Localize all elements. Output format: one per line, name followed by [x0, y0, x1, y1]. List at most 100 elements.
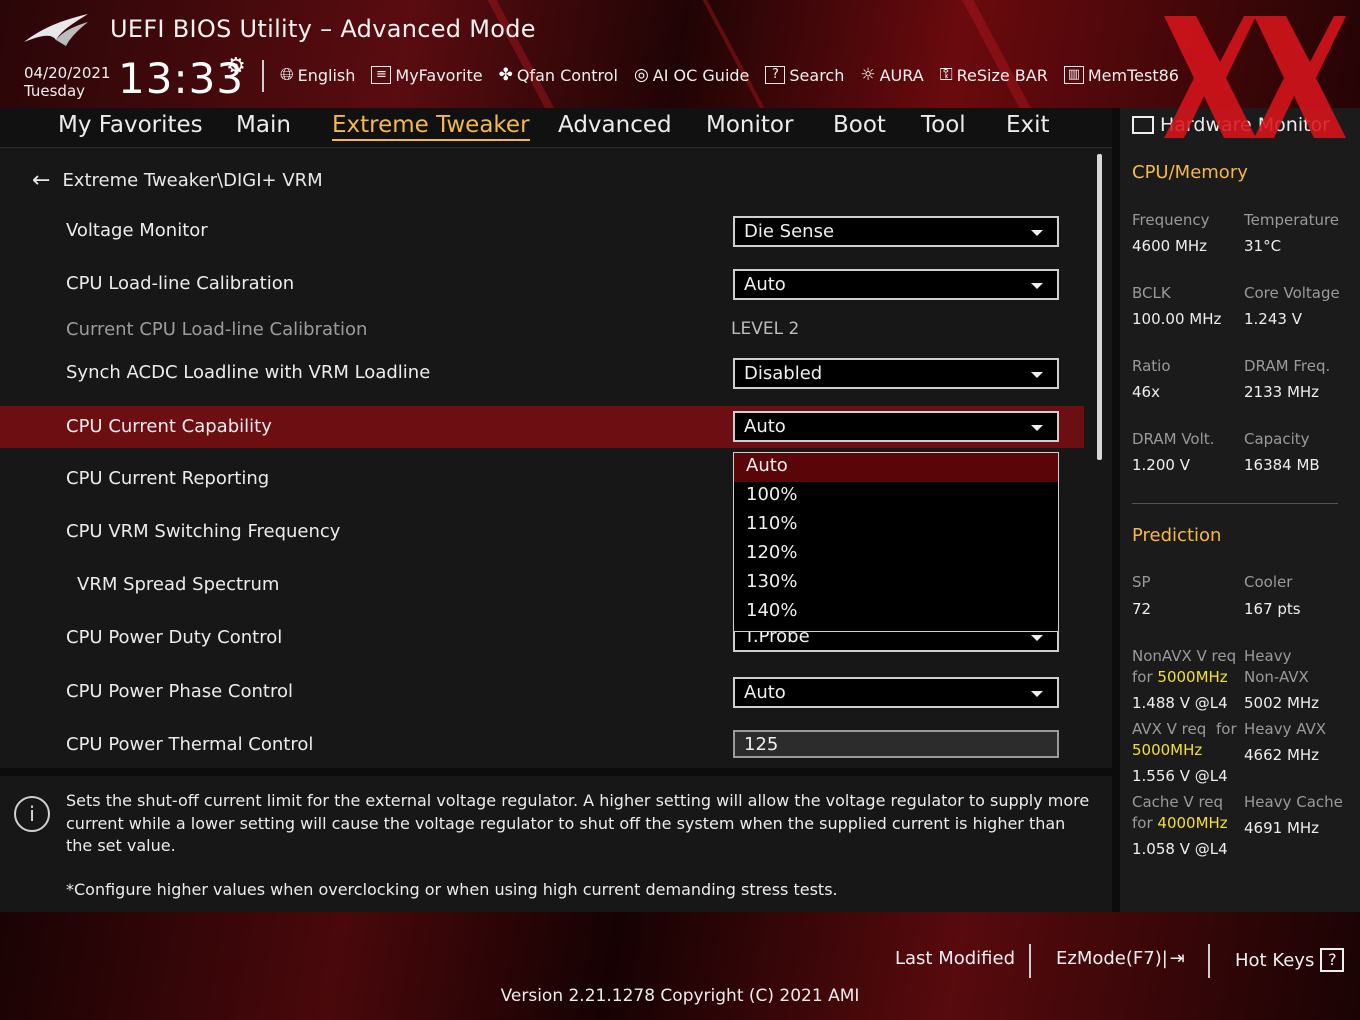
cpu-current-capability-dropdown[interactable]: Auto 100% 110% 120% 130% 140%	[733, 452, 1059, 632]
last-modified-button[interactable]: Last Modified	[895, 948, 1015, 969]
app-title: UEFI BIOS Utility – Advanced Mode	[110, 15, 536, 43]
select-value: Die Sense	[744, 221, 835, 242]
core-voltage-value: 1.243 V	[1244, 310, 1302, 328]
avx-freq: 5000MHz	[1132, 741, 1203, 759]
resize-bar-icon: ⚿	[939, 65, 953, 85]
breadcrumb: ← Extreme Tweaker\DIGI+ VRM	[32, 168, 323, 193]
hot-keys-label: Hot Keys	[1235, 949, 1315, 971]
tab-main[interactable]: Main	[236, 112, 291, 138]
header-divider	[262, 60, 264, 92]
bclk-value: 100.00 MHz	[1132, 310, 1222, 328]
frequency-value: 4600 MHz	[1132, 237, 1208, 255]
cpu-current-capability-select[interactable]: Auto	[733, 411, 1059, 442]
dropdown-option[interactable]: 100%	[734, 482, 1058, 511]
synch-acdc-select[interactable]: Disabled	[733, 358, 1059, 389]
tab-exit[interactable]: Exit	[1006, 112, 1050, 138]
date-text: 04/20/2021	[24, 64, 111, 82]
settings-scrollbar[interactable]	[1097, 154, 1102, 460]
aura-button[interactable]: ☼ AURA	[860, 65, 923, 85]
avx-for-text: for	[1216, 720, 1237, 738]
chevron-down-icon	[1031, 635, 1043, 641]
setting-row-voltage-monitor[interactable]: Voltage Monitor Die Sense	[0, 210, 1084, 252]
resize-bar-button[interactable]: ⚿ ReSize BAR	[940, 65, 1048, 85]
dropdown-option[interactable]: 140%	[734, 598, 1058, 627]
dropdown-option[interactable]: 130%	[734, 569, 1058, 598]
dropdown-option[interactable]: Auto	[734, 453, 1058, 482]
for-text: for	[1132, 814, 1153, 832]
dram-freq-label: DRAM Freq.	[1244, 357, 1331, 375]
clock-settings-gear-icon[interactable]: ⚙	[226, 54, 246, 79]
nonavx-for-line: for 5000MHz	[1132, 667, 1228, 688]
aura-label: AURA	[879, 65, 924, 85]
input-value: 125	[744, 734, 779, 755]
memtest-icon: ▥	[1063, 66, 1084, 84]
qfan-control-button[interactable]: ✤ Qfan Control	[499, 65, 618, 85]
chevron-down-icon	[1031, 691, 1043, 697]
setting-row-cpu-llc[interactable]: CPU Load-line Calibration Auto	[0, 263, 1084, 305]
setting-row-synch-acdc[interactable]: Synch ACDC Loadline with VRM Loadline Di…	[0, 352, 1084, 394]
setting-row-cpu-power-phase-control[interactable]: CPU Power Phase Control Auto	[0, 671, 1084, 713]
select-value: Auto	[744, 274, 786, 295]
heavy-nonavx-value: 5002 MHz	[1244, 694, 1320, 712]
hot-keys-button[interactable]: Hot Keys ?	[1235, 948, 1345, 972]
ezmode-button[interactable]: EzMode(F7)| ⇥	[1056, 948, 1185, 969]
tab-monitor[interactable]: Monitor	[706, 112, 793, 138]
cpu-power-phase-control-select[interactable]: Auto	[733, 677, 1059, 708]
select-value: Auto	[744, 682, 786, 703]
nonavx-volt-value: 1.488 V @L4	[1132, 694, 1228, 712]
dropdown-option[interactable]: 120%	[734, 540, 1058, 569]
ezmode-label: EzMode(F7)|	[1056, 948, 1168, 969]
heavy-nonavx-label-2: Non-AVX	[1244, 668, 1309, 686]
tab-tool[interactable]: Tool	[921, 112, 966, 138]
setting-row-cpu-power-thermal-control[interactable]: CPU Power Thermal Control 125	[0, 724, 1084, 766]
setting-label: CPU Power Phase Control	[66, 681, 293, 702]
ratio-value: 46x	[1132, 383, 1160, 401]
cooler-label: Cooler	[1244, 573, 1293, 591]
sp-value: 72	[1132, 600, 1152, 618]
tab-boot[interactable]: Boot	[833, 112, 886, 138]
myfavorite-label: MyFavorite	[395, 65, 483, 85]
back-arrow-icon[interactable]: ←	[32, 168, 50, 193]
header-streak	[953, 0, 1057, 108]
myfavorite-button[interactable]: ≡ MyFavorite	[371, 65, 483, 85]
setting-label: Voltage Monitor	[66, 220, 208, 241]
tab-extreme-tweaker[interactable]: Extreme Tweaker	[332, 112, 530, 141]
capacity-label: Capacity	[1244, 430, 1310, 448]
avx-req-label: AVX V req	[1132, 720, 1207, 738]
current-llc-value: LEVEL 2	[731, 319, 800, 339]
cpu-llc-select[interactable]: Auto	[733, 269, 1059, 300]
day-text: Tuesday	[24, 82, 86, 100]
rog-logo	[24, 14, 88, 46]
hw-divider	[1132, 503, 1338, 504]
language-button[interactable]: 🌐︎ English	[280, 65, 355, 85]
setting-row-cpu-current-capability[interactable]: CPU Current Capability Auto	[0, 406, 1084, 448]
cpu-power-thermal-control-input[interactable]: 125	[733, 730, 1059, 758]
search-button[interactable]: ? Search	[765, 66, 844, 85]
cache-volt-value: 1.058 V @L4	[1132, 840, 1228, 858]
fan-icon: ✤	[498, 65, 513, 85]
tab-advanced[interactable]: Advanced	[558, 112, 672, 138]
footer-divider	[1208, 944, 1210, 978]
heavy-cache-label: Heavy Cache	[1244, 793, 1343, 811]
voltage-monitor-select[interactable]: Die Sense	[733, 216, 1059, 247]
date-display: 04/20/2021 Tuesday	[24, 64, 110, 100]
dram-volt-label: DRAM Volt.	[1132, 430, 1215, 448]
chevron-down-icon	[1031, 283, 1043, 289]
ai-oc-guide-label: AI OC Guide	[652, 65, 750, 85]
cache-for-line: for 4000MHz	[1132, 813, 1228, 834]
chevron-down-icon	[1031, 425, 1043, 431]
setting-label: CPU Load-line Calibration	[66, 273, 295, 294]
main-menu-bar: My Favorites Main Extreme Tweaker Advanc…	[0, 108, 1112, 148]
aura-icon: ☼	[860, 65, 876, 85]
capacity-value: 16384 MB	[1244, 456, 1320, 474]
tab-my-favorites[interactable]: My Favorites	[58, 112, 203, 138]
dropdown-option[interactable]: 110%	[734, 511, 1058, 540]
ai-oc-guide-button[interactable]: ◎ AI OC Guide	[634, 65, 749, 85]
dram-freq-value: 2133 MHz	[1244, 383, 1320, 401]
heavy-nonavx-label-1: Heavy	[1244, 647, 1292, 665]
setting-row-current-cpu-llc: Current CPU Load-line Calibration LEVEL …	[0, 309, 1084, 351]
setting-label: CPU Current Reporting	[66, 468, 270, 489]
temperature-label: Temperature	[1244, 211, 1340, 229]
frequency-label: Frequency	[1132, 211, 1210, 229]
globe-icon: 🌐︎	[280, 65, 294, 85]
